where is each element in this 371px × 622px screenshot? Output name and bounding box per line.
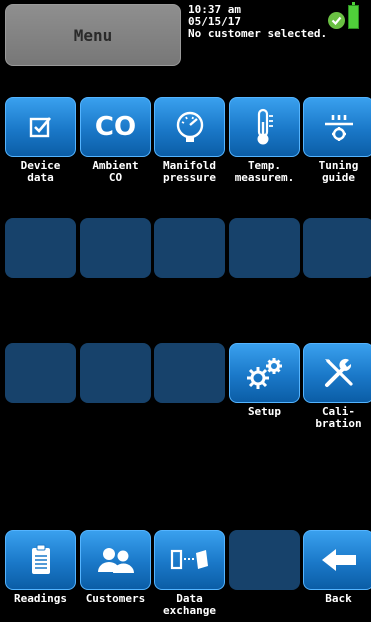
temp-measurement-label: Temp. measurem.	[234, 159, 295, 184]
transfer-icon	[170, 549, 208, 570]
battery-icon	[348, 2, 359, 29]
empty-slot	[154, 343, 225, 403]
customers-label: Customers	[85, 592, 146, 605]
back-arrow-icon	[321, 549, 356, 571]
setup-label: Setup	[247, 405, 282, 418]
empty-slot	[154, 218, 225, 278]
check-icon	[328, 12, 345, 29]
readings-label: Readings	[14, 592, 67, 605]
setup-button[interactable]	[229, 343, 300, 403]
flame-tuning-icon	[324, 115, 353, 141]
ambient-co-label: Ambient CO	[92, 159, 139, 184]
manifold-pressure-label: Manifold pressure	[163, 159, 216, 184]
empty-slot	[229, 530, 300, 590]
back-button[interactable]	[303, 530, 371, 590]
empty-slot	[303, 218, 371, 278]
empty-slot	[229, 218, 300, 278]
people-icon	[97, 548, 134, 573]
gauge-icon	[176, 111, 203, 142]
tuning-guide-label: Tuning guide	[318, 159, 359, 184]
menu-button[interactable]: Menu	[5, 4, 181, 66]
thermometer-icon	[257, 108, 273, 145]
ambient-co-button[interactable]: CO	[80, 97, 151, 157]
customers-button[interactable]	[80, 530, 151, 590]
empty-slot	[80, 218, 151, 278]
empty-slot	[5, 218, 76, 278]
customer-status: No customer selected.	[188, 27, 328, 40]
empty-slot	[80, 343, 151, 403]
manifold-pressure-button[interactable]	[154, 97, 225, 157]
readings-button[interactable]	[5, 530, 76, 590]
tuning-guide-button[interactable]	[303, 97, 371, 157]
data-exchange-label: Data exchange	[163, 592, 216, 617]
data-exchange-button[interactable]	[154, 530, 225, 590]
device-data-button[interactable]	[5, 97, 76, 157]
checkbox-icon	[29, 117, 51, 138]
clipboard-icon	[31, 544, 50, 574]
empty-slot	[5, 343, 76, 403]
gears-icon	[246, 358, 282, 389]
calibration-button[interactable]	[303, 343, 371, 403]
co-icon: CO	[94, 112, 137, 142]
temp-measurement-button[interactable]	[229, 97, 300, 157]
wrench-screwdriver-icon	[324, 358, 353, 387]
back-label: Back	[325, 592, 352, 605]
device-data-label: Device data	[20, 159, 61, 184]
status-area: 10:37 am 05/15/17 No customer selected.	[188, 4, 327, 40]
calibration-label: Cali- bration	[315, 405, 362, 430]
